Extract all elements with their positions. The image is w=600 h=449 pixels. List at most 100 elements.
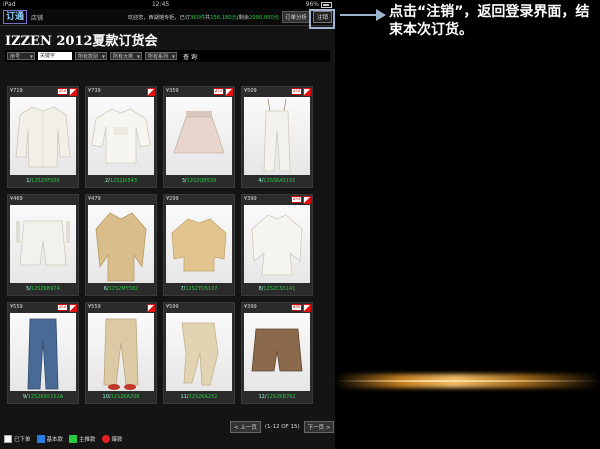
product-code: 8/12S2CS5141	[242, 286, 312, 292]
welcome-prefix: 欢迎您，西湖馆专柜，已订	[127, 14, 190, 21]
category-select[interactable]: 所有款别 ▼	[75, 52, 107, 60]
sort-select-value: 序号	[10, 54, 21, 60]
legend-item-featured: 主推款	[69, 435, 96, 443]
product-code: 5/12S2KB974	[8, 286, 78, 292]
product-code-value: 12S2KA5152A	[27, 394, 64, 400]
query-button[interactable]: 查 询	[183, 52, 197, 61]
legend-label: 主推款	[79, 437, 96, 443]
ordered-badge: 2/3	[290, 88, 302, 95]
ordered-count: 360件	[189, 14, 206, 21]
prev-page-button[interactable]: < 上一页	[230, 421, 261, 433]
ordered-badge: 2/3	[56, 304, 68, 311]
ordered-badge: 2/3	[290, 196, 302, 203]
app-logo[interactable]: 订通	[3, 10, 28, 24]
filter-bar: 序号 ▼ 关键字 所有款别 ▼ 所有大类 ▼ 所有系列 ▼ 查 询	[5, 50, 330, 62]
product-code: 9/12S2KA5152A	[8, 394, 78, 400]
product-card[interactable]: ¥469 5/12S2KB974	[7, 194, 79, 296]
ordered-flag-icon	[303, 304, 311, 312]
product-card[interactable]: ¥719 2/3 1/12S2XF505	[7, 86, 79, 188]
hot-swatch-icon	[101, 435, 110, 443]
product-card[interactable]: ¥399 2/3 8/12S2CS5141	[241, 194, 313, 296]
product-card[interactable]: ¥559 10/12S2KA208	[85, 302, 157, 404]
next-page-button[interactable]: 下一页 >	[303, 421, 335, 433]
keyword-input[interactable]: 关键字	[38, 52, 72, 60]
glow-line	[335, 380, 600, 382]
pagination: < 上一页 (1-12 OF 15) 下一页 >	[230, 421, 335, 433]
product-image	[88, 313, 154, 391]
product-index: 11/	[180, 394, 189, 400]
arrow-icon	[340, 9, 386, 21]
product-image	[88, 97, 154, 175]
ordered-flag-icon	[69, 88, 77, 96]
product-card[interactable]: ¥559 2/3 9/12S2KA5152A	[7, 302, 79, 404]
clock: 12:45	[151, 1, 170, 8]
product-code-value: 12S2KA252	[188, 394, 218, 400]
product-index: 10/	[102, 394, 111, 400]
product-price: ¥509	[244, 88, 257, 94]
product-code: 1/12S2XF505	[8, 178, 78, 184]
product-code-value: 12S2KA208	[110, 394, 140, 400]
product-card[interactable]: ¥399 4/4 12/12S2KB762	[241, 302, 313, 404]
welcome-mid2: /剩余	[236, 14, 250, 21]
chevron-down-icon: ▼	[29, 54, 33, 59]
product-code: 2/12S2JX543	[86, 178, 156, 184]
product-image	[244, 205, 310, 283]
legend-item-basic: 基本款	[36, 435, 64, 443]
legend-item-hot: 爆款	[101, 435, 123, 443]
order-analysis-button[interactable]: 订单分析	[281, 11, 310, 23]
product-image	[166, 313, 232, 391]
product-code-value: 12S2KB762	[266, 394, 296, 400]
category-select-value: 所有款别	[78, 54, 99, 60]
basic-swatch-icon	[36, 435, 45, 443]
product-code: 11/12S2KA252	[164, 394, 234, 400]
ordered-badge: 4/4	[290, 304, 302, 311]
product-card[interactable]: ¥509 2/3 4/12SSKA5151	[241, 86, 313, 188]
status-bar: iPad 12:45 96%	[0, 0, 335, 9]
battery-icon	[321, 1, 332, 8]
legend-item-ordered: 已下单	[4, 435, 31, 443]
product-price: ¥399	[244, 196, 257, 202]
product-image	[10, 313, 76, 391]
product-code: 7/12S2TD5107	[164, 286, 234, 292]
type-select[interactable]: 所有大类 ▼	[110, 52, 142, 60]
legend-label: 基本款	[46, 437, 64, 443]
product-price: ¥399	[244, 304, 257, 310]
product-code-value: 12S2JX543	[109, 178, 138, 184]
ordered-swatch-icon	[4, 435, 12, 443]
product-index: 12/	[258, 394, 267, 400]
ordered-flag-icon	[69, 304, 77, 312]
page-info: (1-12 OF 15)	[264, 424, 300, 430]
product-code: 12/12S2KB762	[242, 394, 312, 400]
product-price: ¥719	[10, 88, 23, 94]
product-code-value: 12S2KB974	[30, 286, 60, 292]
product-image	[88, 205, 154, 283]
product-code-value: 12S2XF505	[31, 178, 60, 184]
product-code-value: 12S2MY582	[108, 286, 139, 292]
product-image	[10, 205, 76, 283]
product-code: 4/12SSKA5151	[242, 178, 312, 184]
callout-text: 点击“注销”，返回登录界面，结束本次订货。	[389, 4, 590, 38]
product-code-value: 12SSKA5151	[263, 178, 296, 184]
top-bar: 订通 店铺 欢迎您，西湖馆专柜，已订360件共156,180元/剩余2000,0…	[0, 9, 335, 26]
product-image	[10, 97, 76, 175]
product-image	[244, 313, 310, 391]
battery-percent: 96%	[305, 1, 319, 8]
ordered-badge: 2/3	[212, 88, 224, 95]
product-card[interactable]: ¥739 2/12S2JX543	[85, 86, 157, 188]
ordered-flag-icon	[303, 88, 311, 96]
store-link[interactable]: 店铺	[31, 13, 43, 22]
product-code-value: 12S2CS5141	[263, 286, 296, 292]
legend: 已下单 基本款 主推款 爆款	[4, 435, 123, 443]
product-card[interactable]: ¥599 11/12S2KA252	[163, 302, 235, 404]
product-price: ¥739	[88, 88, 101, 94]
series-select[interactable]: 所有系列 ▼	[145, 52, 177, 60]
product-card[interactable]: ¥479 6/12S2MY582	[85, 194, 157, 296]
welcome-summary: 欢迎您，西湖馆专柜，已订360件共156,180元/剩余2000,000元	[128, 14, 279, 21]
ordered-flag-icon	[225, 88, 233, 96]
sort-select[interactable]: 序号 ▼	[7, 52, 35, 60]
ordered-flag-icon	[147, 88, 155, 96]
product-card[interactable]: ¥299 7/12S2TD5107	[163, 194, 235, 296]
product-price: ¥559	[10, 304, 23, 310]
product-card[interactable]: ¥359 2/3 3/12S2QB539	[163, 86, 235, 188]
ordered-badge: 2/3	[56, 88, 68, 95]
